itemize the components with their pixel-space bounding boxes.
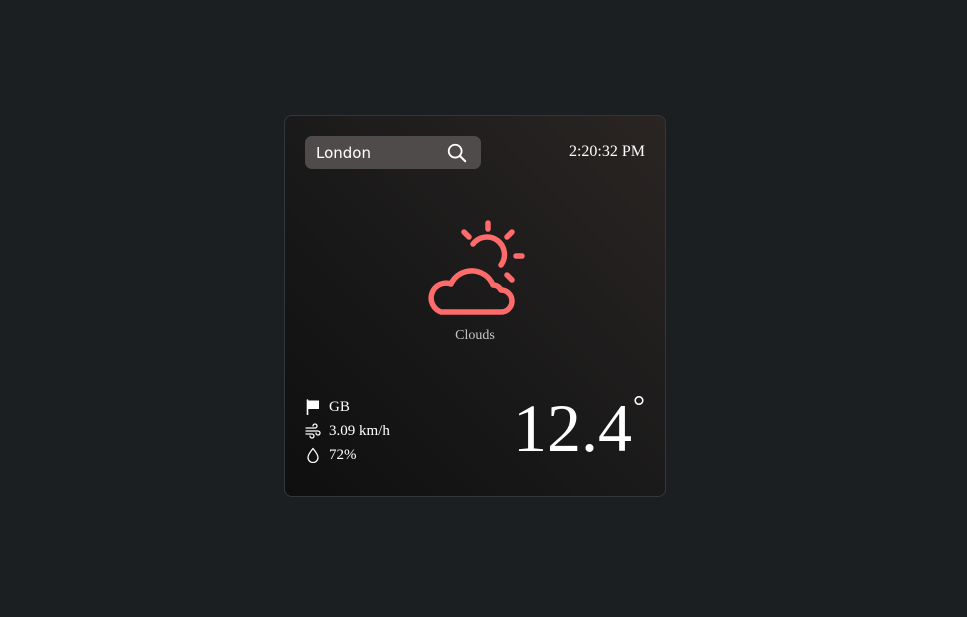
partly-cloudy-icon <box>428 220 525 315</box>
droplet-icon <box>307 447 319 463</box>
humidity-row: 72% <box>305 443 390 467</box>
wind-icon <box>305 423 321 439</box>
weather-condition: Clouds <box>455 328 495 343</box>
temperature-unit: ° <box>633 390 645 423</box>
search-input[interactable] <box>316 136 441 169</box>
flag-icon <box>306 399 319 415</box>
country-code: GB <box>329 398 350 415</box>
wind-row: 3.09 km/h <box>305 419 390 443</box>
wind-speed: 3.09 km/h <box>329 422 390 439</box>
temperature: 12.4 ° <box>513 390 645 466</box>
search-box[interactable] <box>305 136 481 169</box>
search-icon[interactable] <box>446 142 468 164</box>
weather-card: 2:20:32 PM Clouds GB <box>284 115 666 497</box>
weather-details: GB 3.09 km/h 72% <box>305 395 390 467</box>
temperature-value: 12.4 <box>513 390 632 466</box>
current-time: 2:20:32 PM <box>568 143 645 160</box>
humidity-value: 72% <box>329 446 357 463</box>
country-row: GB <box>305 395 390 419</box>
